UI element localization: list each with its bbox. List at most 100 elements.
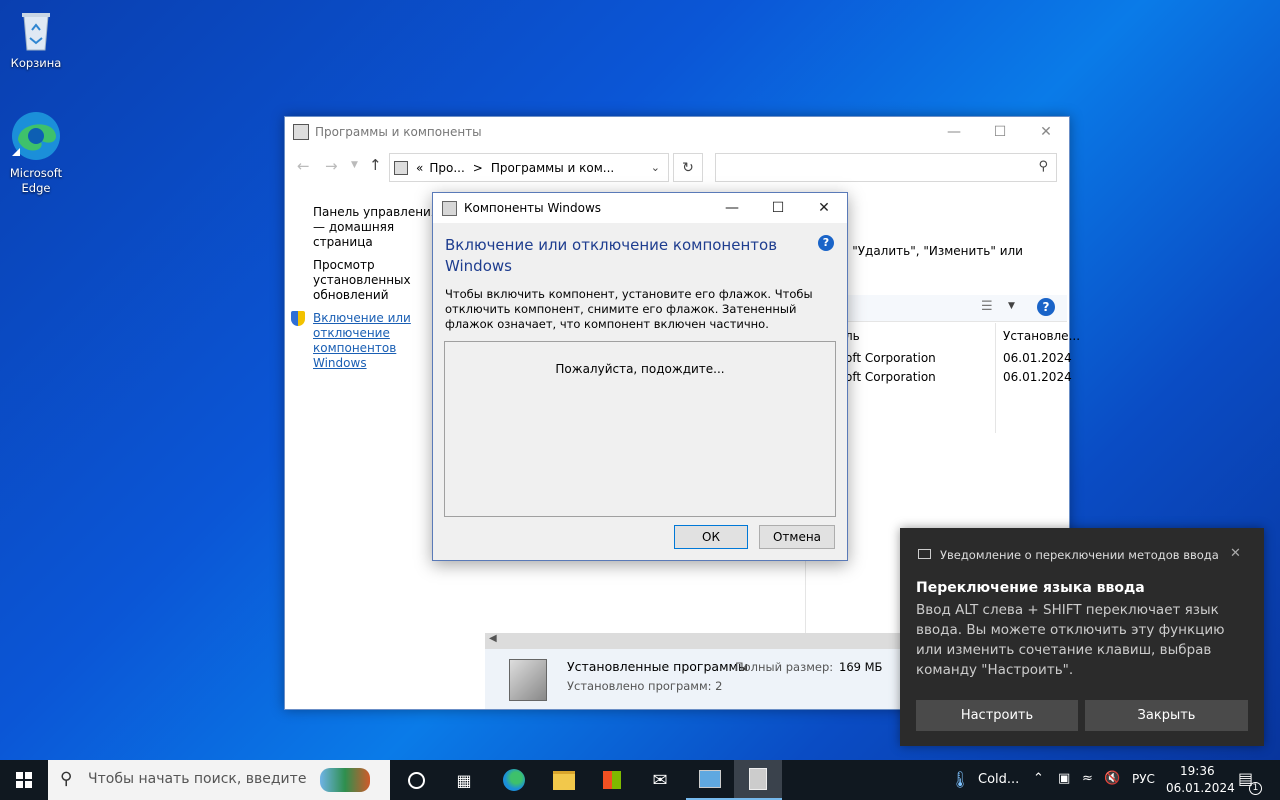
breadcrumb-separator: > [472, 160, 483, 175]
link-control-panel-home[interactable]: Панель управления — домашняя страница [313, 205, 443, 250]
link-view-updates[interactable]: Просмотр установленных обновлений [313, 258, 443, 303]
row-date[interactable]: 06.01.2024 [1003, 370, 1072, 384]
scroll-left-icon[interactable]: ◀ [489, 633, 497, 644]
dialog-description: Чтобы включить компонент, установите его… [445, 287, 813, 331]
window-titlebar[interactable]: Программы и компоненты — ☐ ✕ [285, 117, 1069, 147]
taskbar-search-placeholder: Чтобы начать поиск, введите [88, 771, 307, 787]
taskbar-search-box[interactable]: ⚲ Чтобы начать поиск, введите [48, 760, 390, 800]
task-pane: Панель управления — домашняя страница Пр… [291, 205, 443, 371]
windows-features-icon [749, 768, 767, 790]
wifi-icon[interactable]: ≈ [1082, 771, 1093, 786]
horizontal-scrollbar[interactable]: ◀ [485, 633, 901, 649]
mail-icon: ✉ [652, 769, 668, 791]
taskbar-windows-features[interactable] [734, 760, 782, 800]
maximize-button[interactable]: ☐ [755, 193, 801, 223]
close-button[interactable]: Закрыть [1085, 700, 1248, 731]
taskbar: ⚲ Чтобы начать поиск, введите ▦ ✉ 🌡 Cold… [0, 760, 1280, 800]
dialog-title: Компоненты Windows [464, 201, 602, 215]
desktop-icon-label: Microsoft Edge [9, 166, 63, 195]
windows-features-dialog: Компоненты Windows — ☐ ✕ Включение или о… [432, 192, 848, 561]
recent-chevron-icon[interactable]: ▼ [351, 160, 358, 170]
notification-title: Переключение языка ввода [916, 580, 1145, 596]
network-icon[interactable]: ▣ [1058, 771, 1070, 786]
keyboard-icon [918, 549, 931, 559]
clock-date[interactable]: 06.01.2024 [1166, 781, 1235, 795]
edge-icon [503, 769, 525, 791]
desktop-icon-recycle-bin[interactable]: Корзина [0, 8, 72, 71]
status-size-value: 169 МБ [839, 660, 883, 674]
desktop-icon-edge[interactable]: Microsoft Edge [0, 110, 72, 196]
store-icon [603, 771, 621, 789]
search-input[interactable]: ⚲ [715, 153, 1057, 182]
control-panel-icon [699, 770, 721, 788]
help-icon[interactable]: ? [818, 235, 834, 251]
recycle-bin-icon [16, 8, 56, 52]
taskbar-control-panel[interactable] [686, 760, 734, 800]
ok-button[interactable]: ОК [674, 525, 748, 549]
language-indicator[interactable]: РУС [1132, 772, 1155, 786]
start-button[interactable] [0, 760, 48, 800]
chevron-down-icon[interactable]: ⌄ [651, 161, 660, 174]
breadcrumb-item-control-panel[interactable]: Про... [429, 161, 464, 175]
taskbar-store[interactable] [588, 760, 636, 800]
help-icon[interactable]: ? [1037, 298, 1055, 316]
edge-icon [10, 110, 62, 162]
configure-button[interactable]: Настроить [916, 700, 1078, 731]
taskbar-explorer[interactable] [540, 760, 588, 800]
close-icon[interactable]: ✕ [1230, 546, 1241, 561]
refresh-icon: ↻ [682, 159, 694, 176]
notification-body: Ввод ALT слева + SHIFT переключает язык … [916, 602, 1225, 678]
status-size-label: Полный размер: [735, 660, 834, 674]
weather-text[interactable]: Cold... [978, 772, 1019, 787]
minimize-button[interactable]: — [931, 117, 977, 147]
refresh-button[interactable]: ↻ [673, 153, 703, 182]
taskbar-edge[interactable] [490, 760, 538, 800]
weather-icon[interactable]: 🌡 [950, 770, 970, 789]
back-arrow-icon[interactable]: ← [297, 157, 310, 175]
view-options-icon[interactable]: ☰ [981, 299, 993, 314]
up-arrow-icon[interactable]: ↑ [369, 156, 382, 174]
notification-app-name: Уведомление о переключении методов ввода [940, 548, 1219, 562]
window-title: Программы и компоненты [315, 125, 482, 139]
folder-icon [553, 770, 575, 790]
control-panel-icon [293, 124, 309, 140]
search-highlight-icon [320, 768, 370, 792]
chevron-up-icon[interactable]: ⌃ [1033, 771, 1044, 786]
windows-features-icon [442, 200, 457, 216]
taskbar-mail[interactable]: ✉ [636, 760, 684, 800]
column-header-installed[interactable]: Установле... [1003, 329, 1080, 343]
search-icon: ⚲ [1038, 159, 1048, 174]
link-windows-features[interactable]: Включение или отключение компонентов Win… [313, 311, 443, 371]
minimize-button[interactable]: — [709, 193, 755, 223]
navigation-bar: ← → ▼ ↑ « Про... > Программы и ком... ⌄ … [285, 153, 1069, 183]
control-panel-icon [394, 160, 408, 175]
close-button[interactable]: ✕ [1023, 117, 1069, 147]
maximize-button[interactable]: ☐ [977, 117, 1023, 147]
input-switch-notification[interactable]: Уведомление о переключении методов ввода… [900, 528, 1264, 746]
row-date[interactable]: 06.01.2024 [1003, 351, 1072, 365]
breadcrumb-overflow[interactable]: « [416, 161, 423, 175]
breadcrumb-item-programs[interactable]: Программы и ком... [491, 161, 614, 175]
cancel-button[interactable]: Отмена [759, 525, 835, 549]
loading-text: Пожалуйста, подождите... [555, 362, 725, 376]
features-tree[interactable]: Пожалуйста, подождите... [444, 341, 836, 517]
forward-arrow-icon[interactable]: → [325, 157, 338, 175]
timeline-button[interactable]: ▦ [440, 760, 488, 800]
dialog-heading: Включение или отключение компонентов Win… [445, 236, 778, 275]
clock-time[interactable]: 19:36 [1180, 764, 1215, 778]
notification-count-badge: 1 [1249, 782, 1262, 795]
address-bar[interactable]: « Про... > Программы и ком... ⌄ [389, 153, 669, 182]
dialog-titlebar[interactable]: Компоненты Windows — ☐ ✕ [433, 193, 847, 223]
search-icon: ⚲ [60, 769, 73, 789]
desktop-icon-label: Корзина [10, 56, 62, 70]
close-button[interactable]: ✕ [801, 193, 847, 223]
status-panel: Установленные программы Полный размер: 1… [485, 649, 901, 709]
chevron-down-icon[interactable]: ▼ [1008, 301, 1015, 311]
row-publisher[interactable]: oft Corporation [845, 370, 936, 384]
instructions-text: е "Удалить", "Изменить" или [841, 244, 1023, 258]
row-publisher[interactable]: oft Corporation [845, 351, 936, 365]
task-view-button[interactable] [392, 760, 440, 800]
cortana-icon [407, 771, 425, 789]
volume-muted-icon[interactable]: 🔇 [1104, 771, 1120, 786]
task-view-icon: ▦ [456, 770, 472, 790]
